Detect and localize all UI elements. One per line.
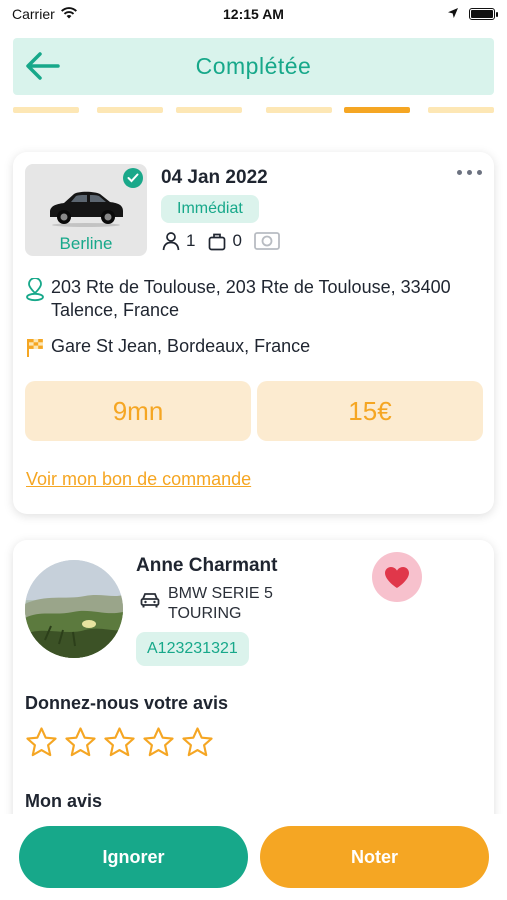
progress-step <box>13 107 79 113</box>
vehicle-type-label: Berline <box>59 234 113 253</box>
rate-button[interactable]: Noter <box>260 826 489 888</box>
status-bar: Carrier 12:15 AM <box>0 0 507 28</box>
duration-box: 9mn <box>25 381 251 441</box>
luggage-count-value: 0 <box>232 231 242 250</box>
heart-icon <box>385 566 409 588</box>
trip-price: 15€ <box>348 395 392 426</box>
favorite-button[interactable] <box>372 552 422 602</box>
progress-step <box>266 107 332 113</box>
trip-mode-badge: Immédiat <box>161 195 259 223</box>
sedan-car-image <box>50 191 123 227</box>
dropoff-address: Gare St Jean, Bordeaux, France <box>51 336 311 356</box>
star-rating[interactable] <box>25 726 214 759</box>
car-model-text: BMW SERIE 5 TOURING <box>168 584 273 624</box>
license-plate-badge: A123231321 <box>136 632 249 666</box>
my-review-heading: Mon avis <box>25 791 103 811</box>
passenger-count: 1 <box>161 231 195 251</box>
trip-card: Berline 04 Jan 2022 Immédiat 1 0 203 Rte… <box>13 152 494 514</box>
driver-card: Anne Charmant BMW SERIE 5 TOURING A12323… <box>13 540 494 830</box>
more-options-button[interactable] <box>457 170 482 175</box>
driver-car-model: BMW SERIE 5 TOURING <box>140 584 273 624</box>
wifi-icon <box>60 6 77 22</box>
vehicle-type-box: Berline <box>25 164 147 256</box>
person-icon <box>162 232 180 251</box>
ignore-button[interactable]: Ignorer <box>19 826 248 888</box>
trip-meta: 1 0 <box>161 231 280 251</box>
progress-indicator <box>13 107 494 113</box>
car-model-line2: TOURING <box>168 605 242 622</box>
review-prompt: Donnez-nous votre avis <box>25 693 229 713</box>
star-icon[interactable] <box>142 726 175 759</box>
driver-avatar <box>25 560 123 658</box>
back-button[interactable] <box>23 48 63 84</box>
dropoff-address-row: Gare St Jean, Bordeaux, France <box>25 335 480 365</box>
luggage-count: 0 <box>207 231 242 251</box>
header-bar: Complétée <box>13 38 494 95</box>
progress-step <box>97 107 163 113</box>
pickup-pin-icon <box>25 276 45 308</box>
star-icon[interactable] <box>64 726 97 759</box>
status-left: Carrier <box>12 6 77 22</box>
progress-step-active <box>344 107 410 113</box>
luggage-icon <box>209 233 226 251</box>
location-arrow-icon <box>447 6 459 22</box>
price-box: 15€ <box>257 381 483 441</box>
star-icon[interactable] <box>181 726 214 759</box>
driver-name: Anne Charmant <box>136 555 278 576</box>
star-icon[interactable] <box>25 726 58 759</box>
pickup-address: 203 Rte de Toulouse, 203 Rte de Toulouse… <box>51 277 451 320</box>
passenger-count-value: 1 <box>186 231 196 250</box>
car-model-line1: BMW SERIE 5 <box>168 585 273 602</box>
arrow-left-icon <box>26 52 60 80</box>
status-right <box>447 6 498 22</box>
page-title: Complétée <box>195 53 312 79</box>
camera-icon <box>254 232 280 250</box>
pickup-address-row: 203 Rte de Toulouse, 203 Rte de Toulouse… <box>25 276 480 322</box>
checkered-flag-icon <box>25 335 45 365</box>
battery-icon <box>469 8 498 20</box>
star-icon[interactable] <box>103 726 136 759</box>
car-icon <box>140 593 160 608</box>
order-voucher-link[interactable]: Voir mon bon de commande <box>26 469 251 490</box>
bottom-action-bar: Ignorer Noter <box>0 814 507 900</box>
carrier-label: Carrier <box>12 6 55 22</box>
progress-step <box>428 107 494 113</box>
trip-date: 04 Jan 2022 <box>161 167 268 188</box>
selected-check-icon <box>123 168 143 188</box>
progress-step <box>176 107 242 113</box>
trip-duration: 9mn <box>112 395 164 426</box>
